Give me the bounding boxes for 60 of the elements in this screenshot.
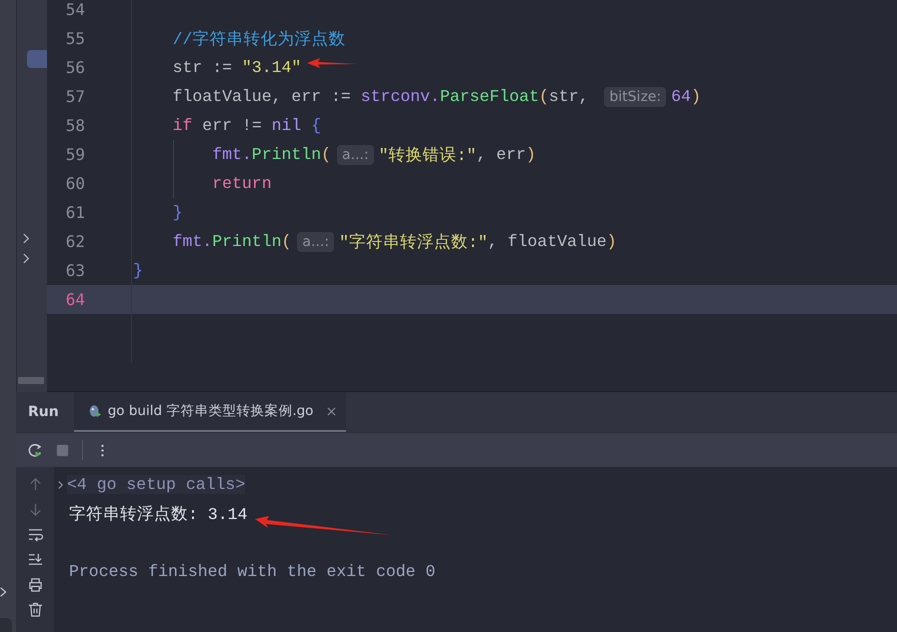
code-token: ( [321,145,332,164]
code-token: ( [282,232,292,251]
console-output: Process finished with the exit code 0 [69,562,436,581]
code-token: Println [252,145,322,164]
line-number: 64 [64,290,85,309]
code-token: ) [606,232,617,251]
line-number: 63 [64,261,85,280]
code-token: , err [476,145,526,164]
code-token: fmt. [212,145,252,164]
code-token: "3.14" [242,58,302,77]
code-token: err != [201,116,263,135]
parameter-hint: bitSize: [604,86,666,106]
folded-output[interactable]: <4 go setup calls> [67,475,246,494]
trash-icon[interactable] [28,602,42,617]
chevron-right-icon[interactable] [23,253,30,264]
line-number: 54 [64,0,85,19]
chevron-right-icon[interactable] [57,478,64,490]
line-number: 61 [64,203,85,222]
code-token: "转换错误:" [378,144,476,166]
code-token: ) [526,145,536,164]
code-token: ) [690,87,701,106]
chevron-right-icon[interactable] [23,233,30,244]
gopher-run-icon [88,404,102,418]
scroll-to-end-icon[interactable] [28,552,42,567]
scrollbar[interactable] [18,377,44,384]
line-number: 55 [64,29,85,48]
code-token: if [172,116,192,135]
code-token: } [172,203,182,222]
code-token: ( [538,87,549,106]
print-icon[interactable] [28,577,42,592]
line-number: 58 [64,116,85,135]
parameter-hint: a...: [337,144,374,164]
code-token: fmt. [172,232,212,251]
tab-label: go build 字符串类型转换案例.go [108,402,314,420]
code-token: { [310,116,322,135]
code-token: "字符串转浮点数:" [339,232,488,252]
code-token: return [212,174,272,193]
line-number: 57 [64,87,85,106]
parameter-hint: a...: [297,232,334,252]
code-token: , floatValue [488,232,607,251]
code-token: //字符串转化为浮点数 [172,28,346,50]
code-token: nil [272,116,302,135]
code-token: str := [172,58,234,77]
rerun-icon[interactable] [28,442,43,458]
code-token: 64 [671,87,691,106]
line-number: 60 [64,174,85,193]
code-token: strconv. [360,87,440,106]
line-number: 59 [64,145,85,164]
code-token: str, [548,87,590,106]
code-token: ParseFloat [440,87,539,106]
panel-title: Run [28,404,59,420]
code-token: } [133,261,143,280]
console-output: 字符串转浮点数: 3.14 [69,504,248,524]
line-number: 56 [64,58,85,77]
line-number: 62 [64,232,85,251]
run-tab[interactable]: go build 字符串类型转换案例.go [74,392,346,432]
close-icon[interactable] [327,406,336,416]
code-token: Println [212,232,282,251]
soft-wrap-icon[interactable] [28,527,42,542]
code-token: floatValue, err := [172,87,352,106]
